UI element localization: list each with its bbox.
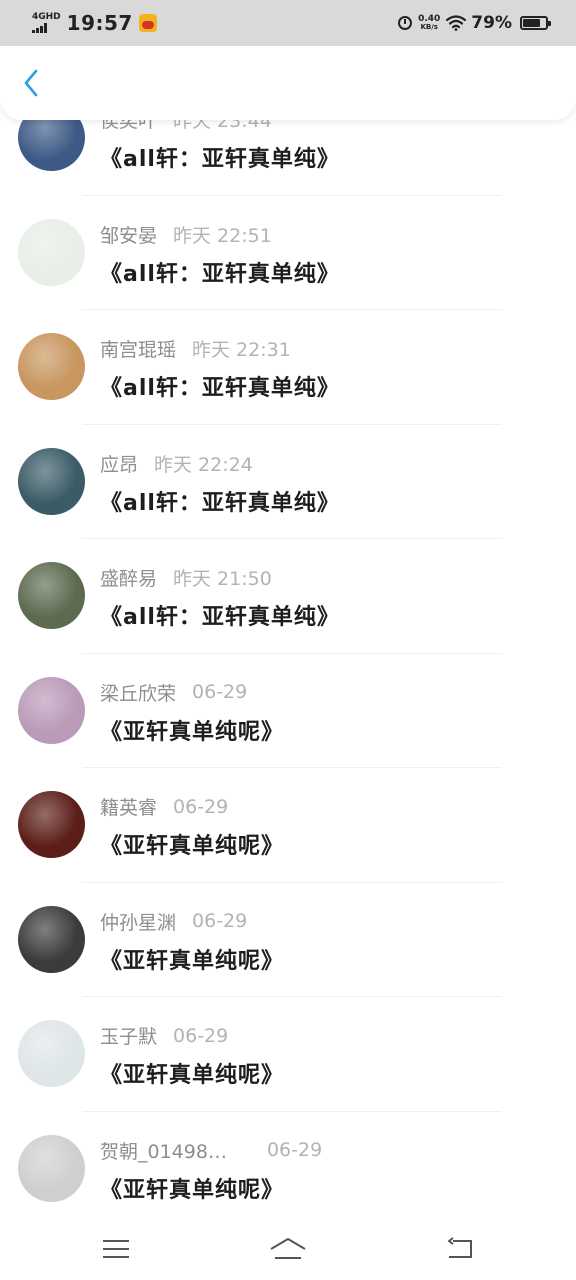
comment-time: 昨天 22:31	[192, 339, 291, 361]
divider	[82, 767, 502, 768]
avatar[interactable]	[18, 333, 85, 400]
avatar[interactable]	[18, 447, 85, 515]
comment-meta: 南宫琨瑶 昨天 22:31	[100, 335, 291, 362]
avatar[interactable]	[18, 218, 85, 286]
comment-text: 《亚轩真单纯呢》	[100, 719, 285, 745]
divider	[82, 194, 502, 196]
avatar[interactable]	[18, 1134, 85, 1202]
comment-text: 《亚轩真单纯呢》	[100, 948, 285, 974]
comment-meta: 梁丘欣荣 06-29	[100, 679, 247, 706]
comment-meta: 盛醉易 昨天 21:50	[100, 564, 272, 591]
comment-time: 06-29	[173, 795, 229, 818]
back-button[interactable]	[14, 66, 48, 100]
commenter-name[interactable]: 仲孙星渊	[100, 908, 176, 935]
divider	[82, 538, 502, 539]
comment-meta: 玉子默 06-29	[100, 1022, 228, 1049]
navigation-bar	[0, 1218, 576, 1280]
comment-text: 《亚轩真单纯呢》	[100, 1177, 285, 1203]
chevron-left-icon	[24, 69, 38, 97]
status-right: 0.40 KB/s 79%	[398, 13, 551, 33]
network-speed-unit: KB/s	[420, 23, 438, 31]
signal-icon	[32, 23, 48, 33]
divider	[82, 1110, 502, 1112]
comment-time: 昨天 21:50	[173, 568, 272, 590]
menu-button[interactable]	[86, 1229, 146, 1269]
header	[0, 46, 576, 120]
comment-item[interactable]: 盛醉易 昨天 21:50 《all轩：亚轩真单纯》	[0, 538, 576, 653]
clock: 19:57	[66, 11, 133, 35]
back-icon	[448, 1237, 472, 1258]
wifi-icon	[446, 15, 467, 31]
menu-icon	[103, 1240, 129, 1258]
network-indicator: 4GHD	[32, 13, 61, 33]
network-speed: 0.40 KB/s	[418, 15, 440, 31]
comment-item[interactable]: 南宫琨瑶 昨天 22:31 《all轩：亚轩真单纯》	[0, 309, 576, 424]
comment-time: 06-29	[266, 1139, 323, 1161]
divider	[82, 423, 502, 425]
network-type: 4GHD	[32, 12, 61, 22]
comment-item[interactable]: 仲孙星渊 06-29 《亚轩真单纯呢》	[0, 881, 576, 997]
comment-item[interactable]: 邹安晏 昨天 22:51 《all轩：亚轩真单纯》	[0, 194, 576, 310]
alarm-icon	[398, 16, 413, 30]
comment-meta: 贺朝_01498… 06-29	[100, 1137, 322, 1164]
comment-time: 昨天 22:51	[173, 224, 272, 247]
commenter-name[interactable]: 梁丘欣荣	[100, 679, 176, 706]
comment-text: 《all轩：亚轩真单纯》	[100, 261, 340, 287]
comment-item[interactable]: 应昂 昨天 22:24 《all轩：亚轩真单纯》	[0, 423, 576, 539]
commenter-name[interactable]: 籍英睿	[100, 793, 157, 820]
divider	[82, 309, 502, 310]
comment-meta: 邹安晏 昨天 22:51	[100, 221, 272, 248]
battery-percent: 79%	[471, 13, 512, 33]
comment-text: 《亚轩真单纯呢》	[100, 834, 285, 859]
comment-time: 06-29	[192, 681, 248, 703]
home-icon	[270, 1238, 306, 1259]
comment-list[interactable]: 侯奕叶 昨天 23:44 《all轩：亚轩真单纯》 邹安晏 昨天 22:51 《all轩：…	[0, 80, 576, 1225]
comment-text: 《all轩：亚轩真单纯》	[100, 490, 340, 516]
back-nav-button[interactable]	[430, 1229, 490, 1269]
comment-item[interactable]: 籍英睿 06-29 《亚轩真单纯呢》	[0, 767, 576, 882]
status-bar: 4GHD 19:57 0.40 KB/s 79%	[0, 0, 576, 46]
divider	[82, 996, 502, 997]
comment-meta: 籍英睿 06-29	[100, 793, 228, 820]
divider	[82, 652, 502, 654]
comment-time: 昨天 22:24	[154, 453, 253, 476]
commenter-name[interactable]: 邹安晏	[100, 221, 157, 248]
comment-time: 06-29	[173, 1024, 229, 1047]
avatar[interactable]	[18, 905, 85, 973]
avatar[interactable]	[18, 562, 85, 629]
commenter-name[interactable]: 玉子默	[100, 1022, 157, 1049]
status-left: 4GHD 19:57	[32, 11, 157, 35]
battery-fill	[523, 19, 541, 27]
commenter-name[interactable]: 南宫琨瑶	[100, 335, 176, 362]
avatar[interactable]	[18, 1020, 85, 1087]
avatar[interactable]	[18, 676, 85, 744]
comment-item[interactable]: 贺朝_01498… 06-29 《亚轩真单纯呢》	[0, 1110, 576, 1226]
commenter-name[interactable]: 贺朝_01498…	[100, 1137, 227, 1164]
commenter-name[interactable]: 应昂	[100, 450, 138, 477]
comment-item[interactable]: 梁丘欣荣 06-29 《亚轩真单纯呢》	[0, 652, 576, 768]
comment-text: 《all轩：亚轩真单纯》	[100, 605, 340, 630]
divider	[82, 881, 502, 883]
comment-text: 《all轩：亚轩真单纯》	[100, 376, 340, 401]
comment-time: 06-29	[192, 910, 248, 932]
comment-item[interactable]: 玉子默 06-29 《亚轩真单纯呢》	[0, 996, 576, 1111]
avatar[interactable]	[18, 791, 85, 858]
comment-meta: 应昂 昨天 22:24	[100, 450, 253, 477]
comment-meta: 仲孙星渊 06-29	[100, 908, 247, 935]
commenter-name[interactable]: 盛醉易	[100, 564, 157, 591]
app-notification-icon	[138, 14, 157, 32]
comment-text: 《亚轩真单纯呢》	[100, 1063, 285, 1088]
home-button[interactable]	[258, 1229, 318, 1269]
battery-icon	[520, 16, 551, 30]
comment-text: 《all轩：亚轩真单纯》	[100, 147, 340, 172]
